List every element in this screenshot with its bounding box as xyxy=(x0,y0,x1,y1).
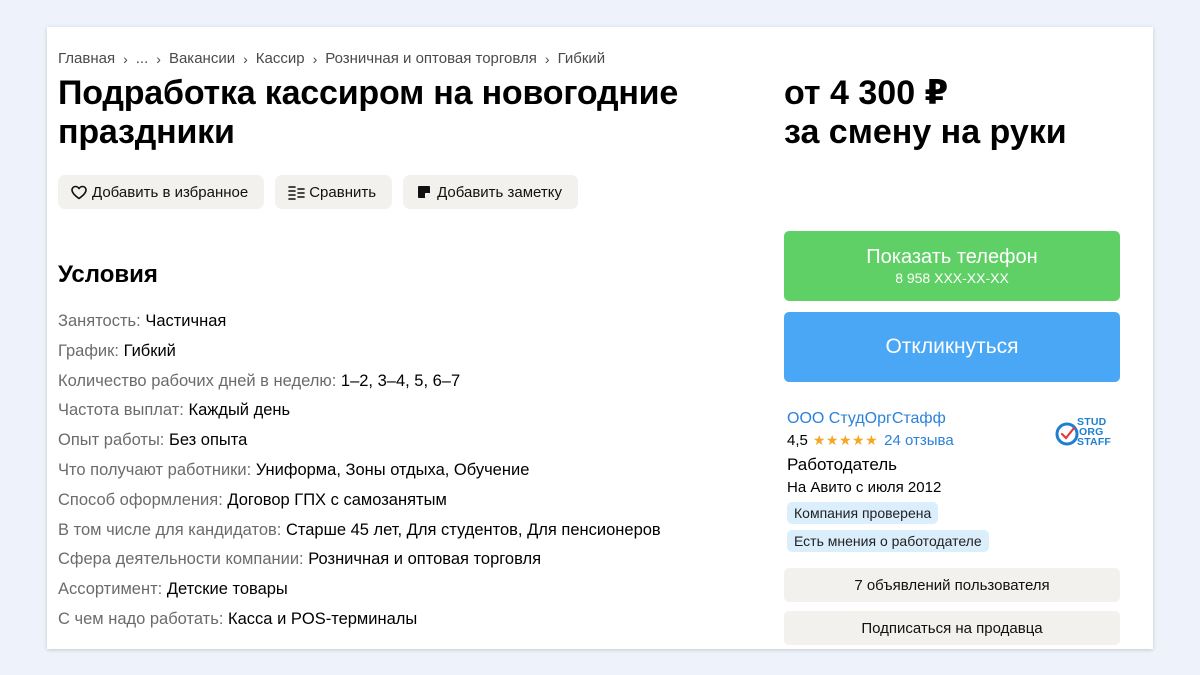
list-item: Сфера деятельности компании: Розничная и… xyxy=(58,545,661,575)
opinions-badge: Есть мнения о работодателе xyxy=(787,530,989,552)
condition-label: Сфера деятельности компании: xyxy=(58,550,304,569)
condition-label: В том числе для кандидатов: xyxy=(58,520,282,539)
add-to-favorites-button[interactable]: Добавить в избранное xyxy=(58,175,265,209)
chevron-right-icon: › xyxy=(544,50,550,67)
reviews-link[interactable]: 24 отзыва xyxy=(884,432,954,449)
conditions-title: Условия xyxy=(58,261,158,288)
respond-button[interactable]: Откликнуться xyxy=(784,312,1120,382)
list-item: Что получают работники: Униформа, Зоны о… xyxy=(58,456,661,486)
list-item: Опыт работы: Без опыта xyxy=(58,426,661,456)
condition-label: Ассортимент: xyxy=(58,580,163,599)
seller-role: Работодатель xyxy=(787,455,897,474)
show-phone-button[interactable]: Показать телефон 8 958 XXX-XX-XX xyxy=(784,231,1120,301)
breadcrumb: Главная › ... › Вакансии › Кассир › Розн… xyxy=(58,50,605,67)
list-item: Ассортимент: Детские товары xyxy=(58,575,661,605)
condition-label: Занятость: xyxy=(58,312,141,330)
list-item: Способ оформления: Договор ГПХ с самозан… xyxy=(58,486,661,516)
condition-label: Способ оформления: xyxy=(58,490,223,509)
condition-value: Униформа, Зоны отдыха, Обучение xyxy=(255,460,530,479)
condition-label: Частота выплат: xyxy=(58,401,184,420)
add-note-button[interactable]: Добавить заметку xyxy=(403,175,578,209)
condition-label: С чем надо работать: xyxy=(58,609,224,628)
condition-value: Розничная и оптовая торговля xyxy=(308,550,542,569)
condition-value: Гибкий xyxy=(123,341,176,360)
condition-label: Количество рабочих дней в неделю: xyxy=(58,371,337,390)
action-bar: Добавить в избранное Сравнить Добавить з… xyxy=(58,175,578,209)
chevron-right-icon: › xyxy=(156,50,161,67)
condition-label: Что получают работники: xyxy=(58,460,252,479)
condition-value: Договор ГПХ с самозанятым xyxy=(227,490,447,509)
list-item: Занятость: Частичная xyxy=(58,307,661,337)
verified-badge: Компания проверена xyxy=(787,502,939,524)
note-icon xyxy=(415,183,433,201)
breadcrumb-retail[interactable]: Розничная и оптовая торговля xyxy=(325,50,537,67)
seller-since: На Авито с июля 2012 xyxy=(787,479,942,496)
breadcrumb-flexible[interactable]: Гибкий xyxy=(558,50,606,67)
breadcrumb-vacancies[interactable]: Вакансии xyxy=(169,50,235,67)
salary-period: за смену на руки xyxy=(784,113,1067,151)
condition-value: 1–2, 3–4, 5, 6–7 xyxy=(340,371,461,390)
list-item: Частота выплат: Каждый день xyxy=(58,396,661,426)
logo-mark-icon xyxy=(1055,422,1079,446)
vacancy-card: Главная › ... › Вакансии › Кассир › Розн… xyxy=(47,27,1153,649)
phone-masked: 8 958 XXX-XX-XX xyxy=(895,270,1009,286)
chevron-right-icon: › xyxy=(312,50,318,67)
list-item: С чем надо работать: Касса и POS-термина… xyxy=(58,605,661,635)
salary-price: от 4 300 ₽ за смену на руки xyxy=(784,74,1067,152)
condition-value: Без опыта xyxy=(168,431,248,450)
conditions-list: Занятость: Частичная График: Гибкий Коли… xyxy=(58,307,661,635)
show-phone-label: Показать телефон xyxy=(866,246,1038,268)
condition-value: Старше 45 лет, Для студентов, Для пенсио… xyxy=(285,520,661,539)
heart-icon xyxy=(70,183,88,201)
condition-value: Детские товары xyxy=(166,580,288,599)
condition-label: Опыт работы: xyxy=(58,431,165,450)
seller-logo[interactable]: STUD ORG STAFF xyxy=(1055,415,1121,455)
breadcrumb-home[interactable]: Главная xyxy=(58,50,115,67)
compare-icon xyxy=(287,183,305,201)
chevron-right-icon: › xyxy=(123,50,128,67)
rating-value: 4,5 xyxy=(787,432,808,449)
list-item: Количество рабочих дней в неделю: 1–2, 3… xyxy=(58,367,661,397)
salary-amount: от 4 300 ₽ xyxy=(784,74,949,112)
chevron-right-icon: › xyxy=(243,50,248,67)
compare-label: Сравнить xyxy=(309,183,377,201)
page-title: Подработка кассиром на новогодние праздн… xyxy=(58,74,679,151)
add-note-label: Добавить заметку xyxy=(437,183,562,201)
seller-listings-button[interactable]: 7 объявлений пользователя xyxy=(784,568,1120,602)
add-to-favorites-label: Добавить в избранное xyxy=(92,183,249,201)
condition-value: Частичная xyxy=(145,312,227,330)
seller-badges: Компания проверена Есть мнения о работод… xyxy=(787,496,1121,552)
breadcrumb-collapsed[interactable]: ... xyxy=(136,50,149,67)
subscribe-seller-button[interactable]: Подписаться на продавца xyxy=(784,611,1120,645)
compare-button[interactable]: Сравнить xyxy=(275,175,393,209)
star-rating-icon: ★★★★★ xyxy=(812,432,879,448)
condition-value: Каждый день xyxy=(188,401,291,420)
condition-value: Касса и POS-терминалы xyxy=(228,609,418,628)
logo-text: STUD ORG STAFF xyxy=(1077,416,1112,448)
list-item: В том числе для кандидатов: Старше 45 ле… xyxy=(58,516,661,546)
list-item: График: Гибкий xyxy=(58,337,661,367)
breadcrumb-cashier[interactable]: Кассир xyxy=(256,50,305,67)
condition-label: График: xyxy=(58,341,119,360)
